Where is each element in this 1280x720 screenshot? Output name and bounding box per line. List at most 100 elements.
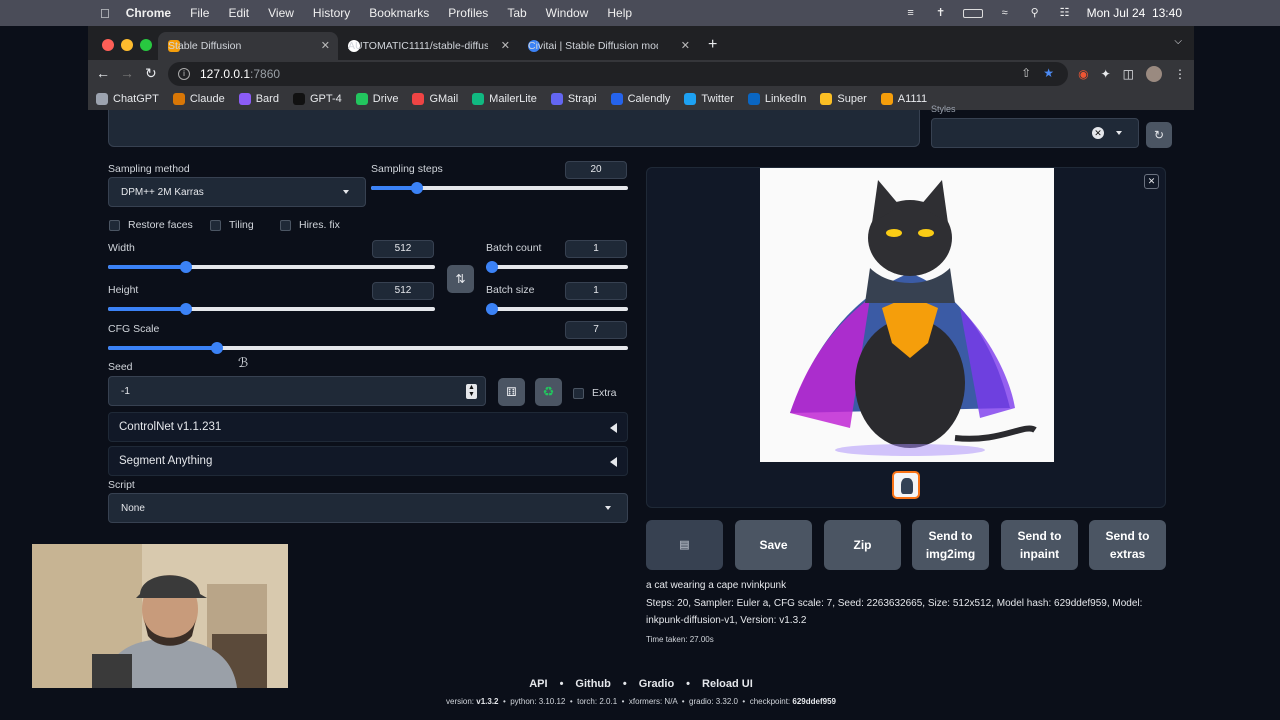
send-to-extras-button[interactable]: Send to extras: [1089, 520, 1166, 570]
reuse-seed-recycle-button[interactable]: ♻: [535, 378, 562, 406]
reload-ui-link[interactable]: Reload UI: [702, 678, 753, 690]
bookmark-claude[interactable]: Claude: [172, 93, 225, 105]
bookmark-star-icon[interactable]: ★: [1043, 66, 1054, 80]
bookmark-twitter[interactable]: Twitter: [684, 93, 734, 105]
menu-bookmarks[interactable]: Bookmarks: [369, 6, 429, 20]
random-seed-dice-button[interactable]: ⚅: [498, 378, 525, 406]
batch-count-input[interactable]: 1: [565, 240, 627, 258]
battery-icon[interactable]: [962, 8, 983, 18]
generated-image[interactable]: [760, 168, 1054, 462]
bookmark-gpt-4[interactable]: GPT-4: [292, 93, 342, 105]
api-link[interactable]: API: [529, 678, 547, 690]
github-link[interactable]: Github: [575, 678, 610, 690]
send-to-img2img-button[interactable]: Send to img2img: [912, 520, 989, 570]
menu-file[interactable]: File: [190, 6, 209, 20]
thumbnail[interactable]: [892, 471, 920, 499]
slider-handle[interactable]: [486, 303, 498, 315]
wifi-icon[interactable]: ≈: [997, 7, 1013, 19]
more-menu-icon[interactable]: ⋮: [1174, 67, 1186, 81]
reload-icon[interactable]: ↻: [145, 65, 157, 82]
checkbox-box[interactable]: [280, 219, 291, 231]
prompt-textarea[interactable]: [108, 110, 920, 147]
open-folder-button[interactable]: ▤: [646, 520, 723, 570]
swap-dimensions-button[interactable]: ⇅: [447, 265, 474, 293]
close-tab-icon[interactable]: ✕: [501, 39, 510, 52]
slider-handle[interactable]: [411, 182, 423, 194]
width-input[interactable]: 512: [372, 240, 434, 258]
minimize-window-icon[interactable]: [121, 39, 133, 51]
menu-history[interactable]: History: [313, 6, 350, 20]
zoom-window-icon[interactable]: [140, 39, 152, 51]
tab-github[interactable]: AUTOMATIC1111/stable-diffusi ✕: [338, 32, 518, 60]
slider-handle[interactable]: [486, 261, 498, 273]
menu-view[interactable]: View: [268, 6, 294, 20]
cfg-scale-input[interactable]: 7: [565, 321, 627, 339]
bookmark-calendly[interactable]: Calendly: [610, 93, 670, 105]
menu-help[interactable]: Help: [607, 6, 632, 20]
script-dropdown[interactable]: None: [108, 493, 628, 523]
bluetooth-icon[interactable]: ✝: [933, 7, 949, 19]
refresh-styles-button[interactable]: ↻: [1146, 122, 1172, 148]
extension-icon[interactable]: ◉: [1078, 67, 1088, 81]
bookmark-chatgpt[interactable]: ChatGPT: [96, 93, 159, 105]
bookmark-linkedin[interactable]: LinkedIn: [747, 93, 806, 105]
tab-civitai[interactable]: Civitai | Stable Diffusion model ✕: [518, 32, 698, 60]
sampling-steps-slider[interactable]: [371, 182, 628, 194]
list-icon[interactable]: ≡: [903, 7, 919, 19]
checkbox-box[interactable]: [210, 219, 221, 231]
share-icon[interactable]: ⇧: [1021, 66, 1031, 80]
site-info-icon[interactable]: i: [178, 68, 190, 80]
close-tab-icon[interactable]: ✕: [681, 39, 690, 52]
zip-button[interactable]: Zip: [824, 520, 901, 570]
batch-size-slider[interactable]: [486, 303, 628, 315]
control-center-icon[interactable]: ☷: [1057, 7, 1073, 19]
menubar-clock[interactable]: Mon Jul 24 13:40: [1087, 6, 1182, 20]
height-slider[interactable]: [108, 303, 435, 315]
spotlight-search-icon[interactable]: ⚲: [1027, 7, 1043, 19]
menu-tab[interactable]: Tab: [507, 6, 526, 20]
bookmark-bard[interactable]: Bard: [238, 93, 279, 105]
tab-search-chevron-icon[interactable]: ⌵: [1174, 36, 1182, 47]
slider-handle[interactable]: [211, 342, 223, 354]
checkbox-box[interactable]: [573, 387, 584, 399]
bookmark-drive[interactable]: Drive: [355, 93, 398, 105]
sampling-steps-input[interactable]: 20: [565, 161, 627, 179]
height-input[interactable]: 512: [372, 282, 434, 300]
slider-handle[interactable]: [180, 261, 192, 273]
bookmark-super[interactable]: Super: [820, 93, 867, 105]
address-bar[interactable]: i 127.0.0.1:7860 ⇧ ★: [168, 62, 1068, 86]
width-slider[interactable]: [108, 261, 435, 273]
menu-window[interactable]: Window: [546, 6, 589, 20]
bookmark-a1111[interactable]: A1111: [880, 93, 927, 105]
save-button[interactable]: Save: [735, 520, 812, 570]
send-to-inpaint-button[interactable]: Send to inpaint: [1001, 520, 1078, 570]
menu-profiles[interactable]: Profiles: [448, 6, 488, 20]
menu-edit[interactable]: Edit: [228, 6, 249, 20]
segment-anything-accordion[interactable]: Segment Anything: [108, 446, 628, 476]
apple-icon[interactable]: : [100, 6, 110, 21]
seed-input[interactable]: -1 ▲ ▼: [108, 376, 486, 406]
forward-arrow-icon[interactable]: →: [120, 65, 134, 81]
number-stepper-icon[interactable]: ▲ ▼: [466, 384, 477, 399]
clear-styles-icon[interactable]: ✕: [1092, 127, 1104, 139]
cfg-scale-slider[interactable]: [108, 342, 628, 354]
profile-avatar[interactable]: [1146, 66, 1162, 82]
menu-app-name[interactable]: Chrome: [126, 6, 171, 20]
tab-stable-diffusion[interactable]: Stable Diffusion ✕: [158, 32, 338, 60]
bookmark-gmail[interactable]: GMail: [412, 93, 458, 105]
back-arrow-icon[interactable]: ←: [96, 65, 110, 81]
batch-count-slider[interactable]: [486, 261, 628, 273]
close-image-button[interactable]: ✕: [1144, 174, 1159, 189]
gradio-link[interactable]: Gradio: [639, 678, 674, 690]
close-tab-icon[interactable]: ✕: [321, 39, 330, 52]
controlnet-accordion[interactable]: ControlNet v1.1.231: [108, 412, 628, 442]
sampling-method-dropdown[interactable]: DPM++ 2M Karras: [108, 177, 366, 207]
restore-faces-checkbox[interactable]: Restore faces: [109, 219, 193, 231]
styles-dropdown[interactable]: ✕: [931, 118, 1139, 148]
tiling-checkbox[interactable]: Tiling: [210, 219, 254, 231]
extensions-puzzle-icon[interactable]: ✦: [1101, 67, 1111, 81]
bookmark-mailerlite[interactable]: MailerLite: [472, 93, 537, 105]
new-tab-plus-icon[interactable]: +: [708, 36, 717, 54]
sidebar-icon[interactable]: ◫: [1123, 67, 1134, 81]
bookmark-strapi[interactable]: Strapi: [550, 93, 597, 105]
